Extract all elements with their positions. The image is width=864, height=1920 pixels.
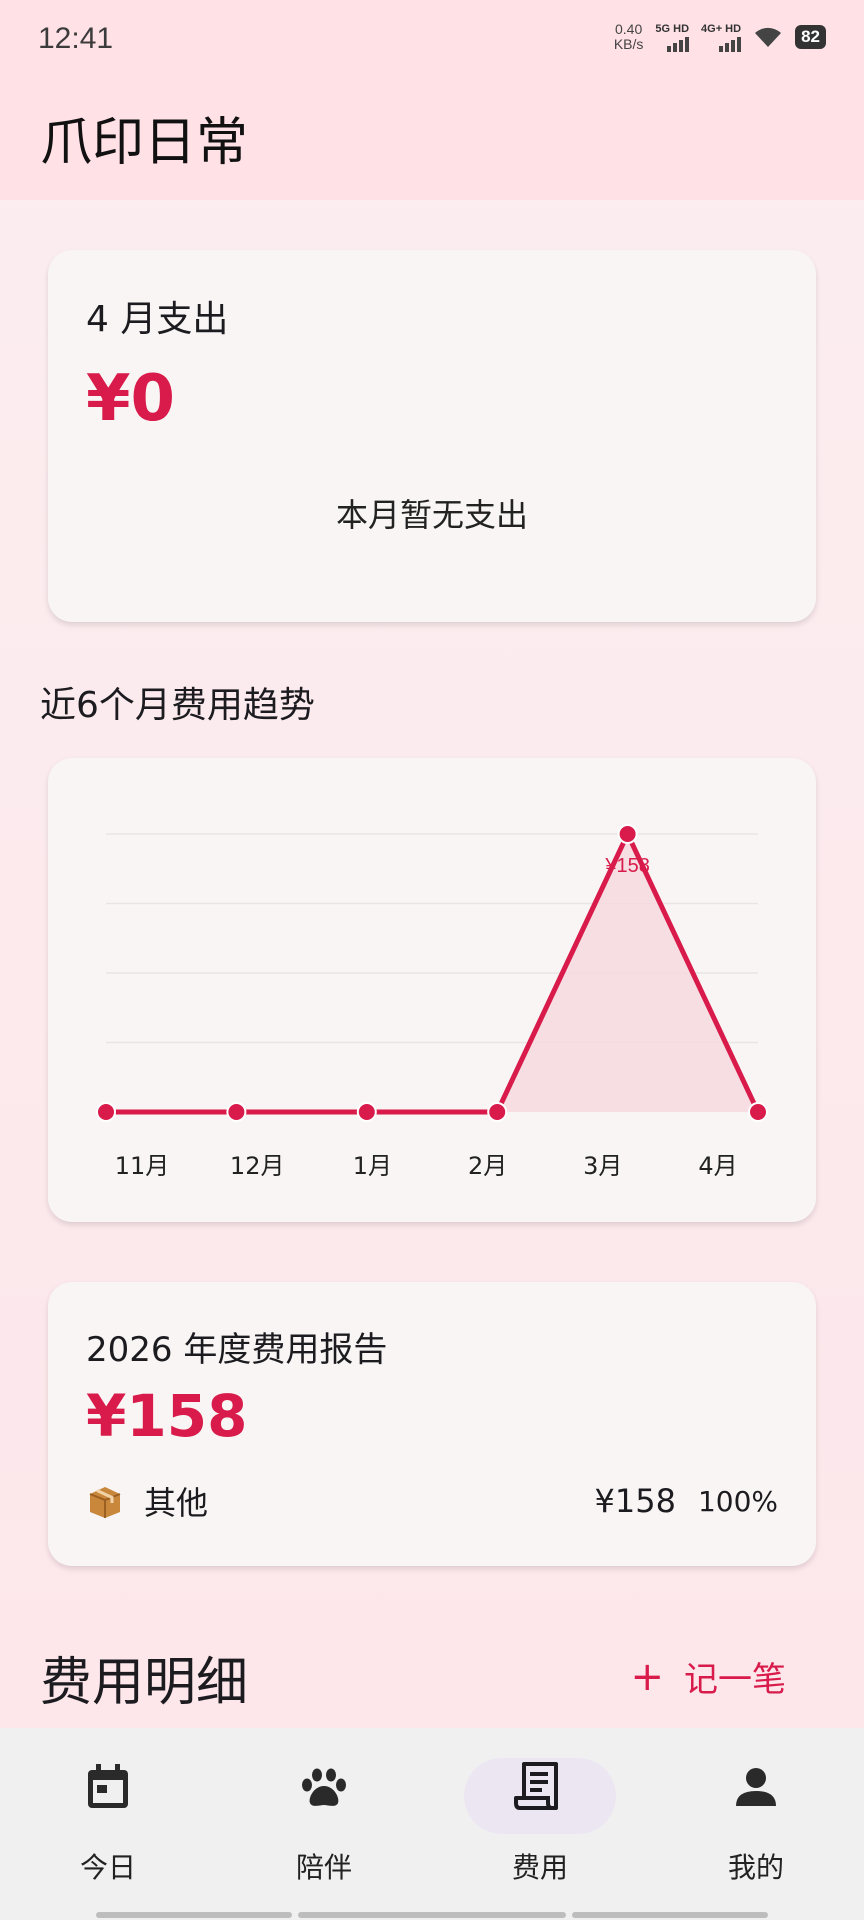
nav-item-companion[interactable]: 陪伴 xyxy=(216,1758,432,1898)
category-row: 其他 ¥158 100% xyxy=(86,1478,778,1524)
add-expense-label: 记一笔 xyxy=(684,1660,786,1700)
add-expense-button[interactable]: + 记一笔 xyxy=(630,1652,786,1701)
trend-chart-card: ¥158 11月 12月 1月 2月 3月 4月 xyxy=(48,758,816,1222)
nav-item-today[interactable]: 今日 xyxy=(0,1758,216,1898)
wifi-icon xyxy=(755,27,782,47)
battery-icon: 82 xyxy=(795,25,826,49)
nav-label-me: 我的 xyxy=(727,1851,784,1884)
monthly-amount: ¥0 xyxy=(86,362,176,436)
chart-x-tick-label: 12月 xyxy=(230,1152,285,1180)
annual-label: 2026 年度费用报告 xyxy=(86,1330,388,1370)
status-icons: 0.40 KB/s 5G HD 4G+ HD 82 xyxy=(614,22,826,52)
chart-x-tick-label: 2月 xyxy=(468,1152,507,1180)
nav-item-expenses[interactable]: 费用 xyxy=(432,1758,648,1898)
plus-icon: + xyxy=(630,1653,664,1700)
gesture-bar-segment xyxy=(572,1912,768,1918)
page-title: 爪印日常 xyxy=(40,113,249,173)
network-speed: 0.40 KB/s xyxy=(613,21,644,52)
app-bar: 爪印日常 xyxy=(0,80,864,200)
receipt-icon xyxy=(514,1762,558,1810)
nav-item-me[interactable]: 我的 xyxy=(648,1758,864,1898)
nav-label-companion: 陪伴 xyxy=(295,1851,352,1884)
annual-report-card[interactable]: 2026 年度费用报告 ¥158 其他 ¥158 100% xyxy=(48,1282,816,1566)
sim1-signal-icon: 5G HD xyxy=(655,23,690,52)
trend-chart: ¥158 11月 12月 1月 2月 3月 4月 xyxy=(96,824,768,1180)
chart-x-tick-label: 4月 xyxy=(698,1152,737,1180)
calendar-icon xyxy=(88,1764,128,1808)
chart-point xyxy=(356,1102,377,1122)
chart-point xyxy=(226,1102,247,1122)
trend-title: 近6个月费用趋势 xyxy=(40,685,315,726)
status-time: 12:41 xyxy=(38,22,114,55)
monthly-spending-card: 4 月支出 ¥0 本月暂无支出 xyxy=(48,250,816,622)
sim2-signal-icon: 4G+ HD xyxy=(701,23,742,52)
chart-point xyxy=(748,1102,768,1122)
person-icon xyxy=(736,1768,776,1806)
bottom-nav: 今日 陪伴 费用 我的 xyxy=(0,1728,864,1920)
chart-point xyxy=(617,824,638,844)
category-name: 其他 xyxy=(144,1484,209,1522)
nav-label-expenses: 费用 xyxy=(511,1851,568,1884)
chart-x-tick-label: 1月 xyxy=(353,1152,392,1180)
chart-point xyxy=(96,1102,116,1122)
category-percent: 100% xyxy=(697,1484,778,1518)
details-title: 费用明细 xyxy=(40,1653,249,1713)
chart-x-tick-label: 3月 xyxy=(583,1152,622,1180)
chart-x-tick-label: 11月 xyxy=(115,1152,170,1180)
annual-amount: ¥158 xyxy=(86,1382,248,1450)
status-bar: 12:41 0.40 KB/s 5G HD 4G+ HD 82 xyxy=(0,0,864,80)
gesture-bar-segment xyxy=(298,1912,566,1918)
monthly-label: 4 月支出 xyxy=(86,299,229,340)
nav-label-today: 今日 xyxy=(79,1851,136,1884)
chart-point xyxy=(487,1102,508,1122)
package-icon xyxy=(86,1482,124,1520)
paw-icon xyxy=(302,1768,346,1806)
chart-data-label: ¥158 xyxy=(604,855,650,877)
category-amount: ¥158 xyxy=(594,1482,676,1520)
gesture-bar-segment xyxy=(96,1912,292,1918)
empty-message: 本月暂无支出 xyxy=(335,496,528,534)
